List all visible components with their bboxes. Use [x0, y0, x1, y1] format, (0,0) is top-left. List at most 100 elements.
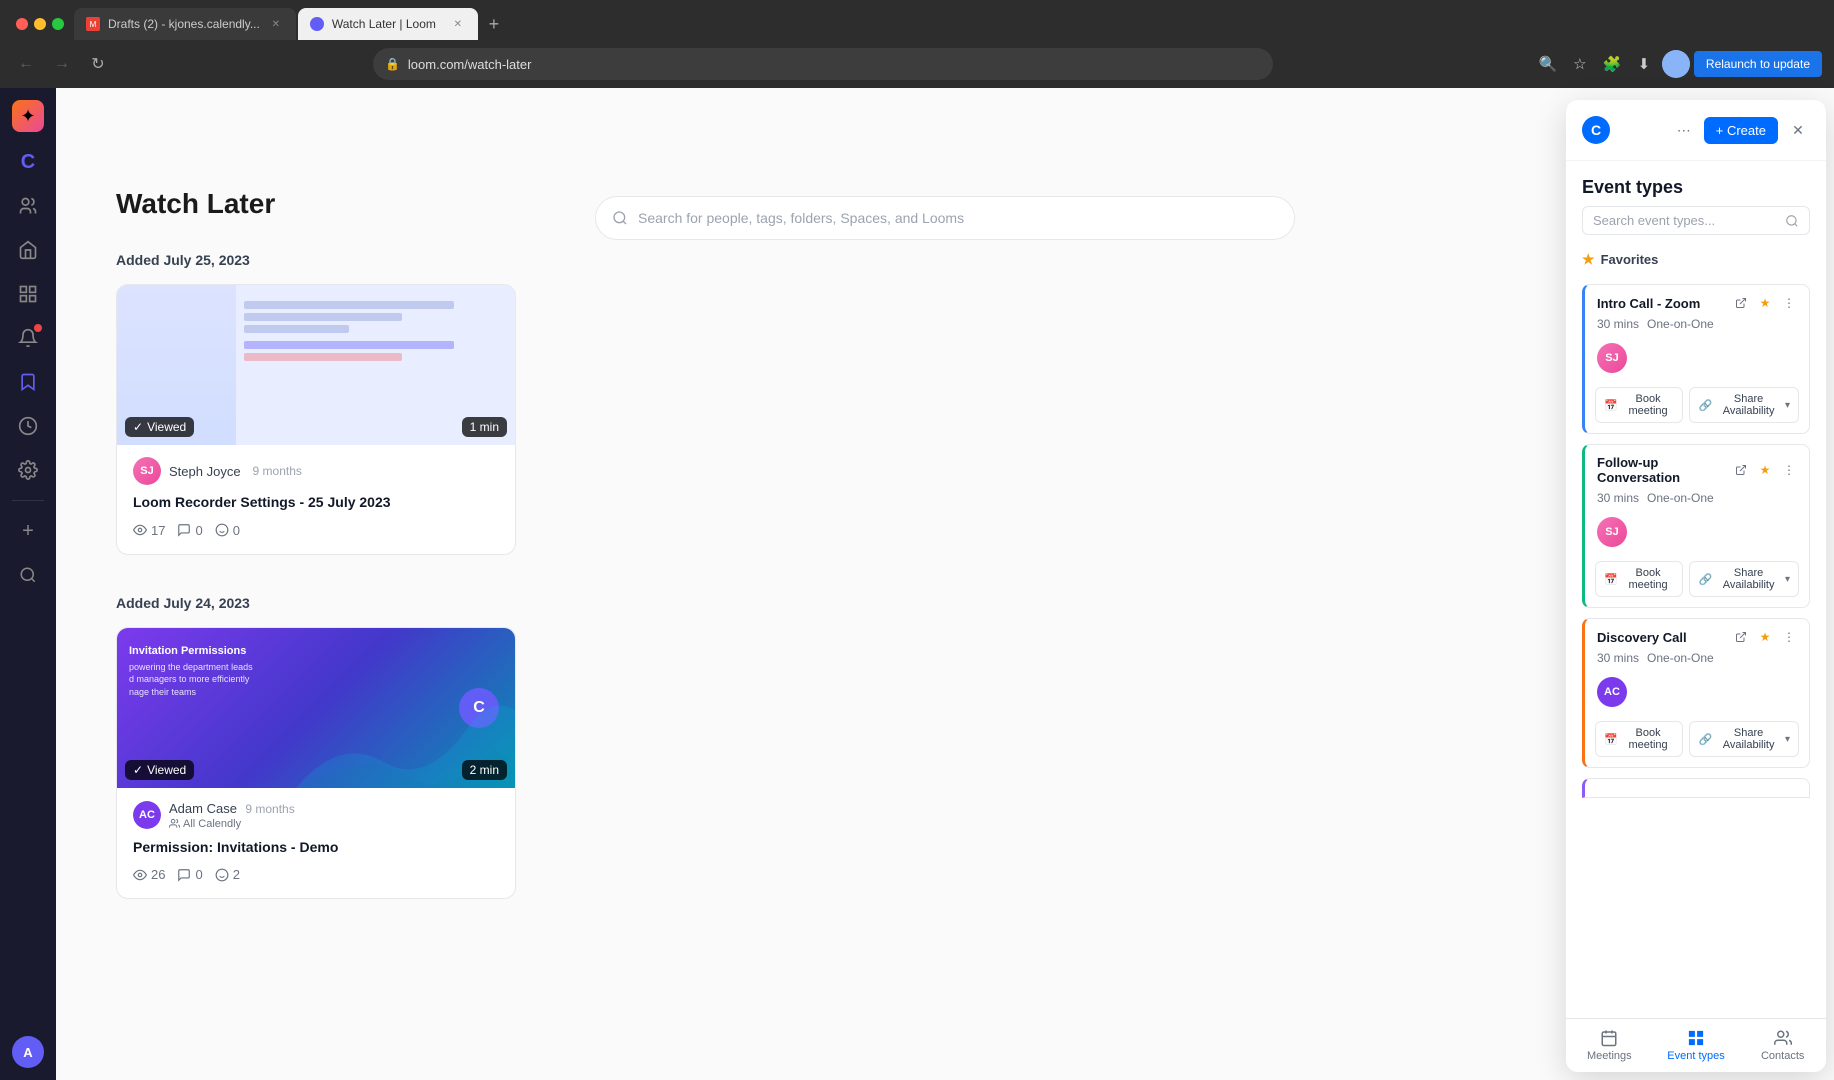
main-layout: ✦ C + A: [0, 88, 1834, 1080]
loom-sidebar: ✦ C + A: [0, 88, 56, 1080]
panel-close-btn[interactable]: ✕: [1786, 118, 1810, 142]
video-author-1: SJ Steph Joyce 9 months: [133, 457, 499, 485]
extensions-icon[interactable]: 🧩: [1598, 50, 1626, 78]
star-icon[interactable]: ☆: [1566, 50, 1594, 78]
external-link-icon-3[interactable]: [1733, 629, 1749, 645]
panel-header: C ⋯ + Create ✕: [1566, 100, 1826, 161]
chevron-down-icon-2: ▾: [1785, 574, 1790, 585]
video-thumbnail-2: Invitation Permissions powering the depa…: [117, 628, 515, 788]
profile-icon[interactable]: [1662, 50, 1690, 78]
sidebar-item-settings[interactable]: [10, 452, 46, 488]
star-icon-3[interactable]: ★: [1757, 629, 1773, 645]
star-icon-1[interactable]: ★: [1757, 295, 1773, 311]
window-close-btn[interactable]: [16, 18, 28, 30]
tab-gmail[interactable]: M Drafts (2) - kjones.calendly... ✕: [74, 8, 296, 40]
views-stat-1: 17: [133, 523, 165, 538]
window-max-btn[interactable]: [52, 18, 64, 30]
tab-contacts[interactable]: Contacts: [1739, 1019, 1826, 1072]
share-availability-btn-3[interactable]: 🔗 Share Availability ▾: [1689, 721, 1799, 757]
event-card-partial: [1582, 778, 1810, 798]
video-card-1[interactable]: ✓ Viewed 1 min SJ Steph Joyce 9 months: [116, 284, 516, 555]
book-meeting-btn-1[interactable]: 📅 Book meeting: [1595, 387, 1683, 423]
event-actions-2: 📅 Book meeting 🔗 Share Availability ▾: [1585, 555, 1809, 607]
video-meta-1: SJ Steph Joyce 9 months Loom Recorder Se…: [117, 445, 515, 554]
event-card-discovery: Discovery Call ★ ⋮ 30 mins One-on-One AC…: [1582, 618, 1810, 768]
viewed-badge-1: ✓ Viewed: [125, 417, 194, 437]
sidebar-item-history[interactable]: [10, 408, 46, 444]
more-icon-1[interactable]: ⋮: [1781, 295, 1797, 311]
panel-menu-btn[interactable]: ⋯: [1672, 118, 1696, 142]
tab-gmail-title: Drafts (2) - kjones.calendly...: [108, 17, 260, 31]
window-min-btn[interactable]: [34, 18, 46, 30]
tab-gmail-close[interactable]: ✕: [268, 16, 284, 32]
event-host-2: SJ: [1585, 513, 1809, 555]
browser-chrome: M Drafts (2) - kjones.calendly... ✕ Watc…: [0, 0, 1834, 88]
sidebar-search-btn[interactable]: [10, 557, 46, 593]
section-july25: Added July 25, 2023: [116, 252, 1774, 555]
sidebar-item-grid[interactable]: [10, 276, 46, 312]
event-card-followup: Follow-up Conversation ★ ⋮ 30 mins One-o…: [1582, 444, 1810, 608]
new-tab-btn[interactable]: +: [480, 10, 508, 38]
chevron-down-icon-1: ▾: [1785, 400, 1790, 411]
more-icon-3[interactable]: ⋮: [1781, 629, 1797, 645]
tab-bar: M Drafts (2) - kjones.calendly... ✕ Watc…: [0, 0, 1834, 40]
event-name-2: Follow-up Conversation: [1597, 455, 1725, 485]
favorites-star-icon: ★: [1582, 251, 1595, 268]
book-meeting-btn-2[interactable]: 📅 Book meeting: [1595, 561, 1683, 597]
search-bar[interactable]: Search for people, tags, folders, Spaces…: [595, 196, 1295, 240]
event-details-3: 30 mins One-on-One: [1585, 649, 1809, 673]
video-title-2: Permission: Invitations - Demo: [133, 838, 499, 858]
gmail-favicon: M: [86, 17, 100, 31]
book-meeting-btn-3[interactable]: 📅 Book meeting: [1595, 721, 1683, 757]
author-name-2: Adam Case: [169, 801, 237, 816]
video-card-2[interactable]: Invitation Permissions powering the depa…: [116, 627, 516, 900]
sidebar-item-people[interactable]: [10, 188, 46, 224]
star-icon-2[interactable]: ★: [1757, 462, 1773, 478]
address-bar-row: ← → ↻ 🔒 loom.com/watch-later 🔍 ☆ 🧩 ⬇ Rel…: [0, 40, 1834, 88]
sidebar-item-watch-later[interactable]: [10, 364, 46, 400]
loom-favicon: [310, 17, 324, 31]
downloads-icon[interactable]: ⬇: [1630, 50, 1658, 78]
sidebar-item-my-videos[interactable]: C: [10, 144, 46, 180]
video-stats-1: 17 0 0: [133, 523, 499, 538]
create-btn[interactable]: + Create: [1704, 117, 1778, 144]
panel-search[interactable]: [1582, 206, 1810, 235]
panel-search-input[interactable]: [1593, 213, 1777, 228]
tab-event-types[interactable]: Event types: [1653, 1019, 1740, 1072]
address-bar[interactable]: 🔒 loom.com/watch-later: [373, 48, 1273, 80]
refresh-btn[interactable]: ↻: [84, 50, 112, 78]
relaunch-btn[interactable]: Relaunch to update: [1694, 51, 1822, 77]
sidebar-user-avatar[interactable]: A: [12, 1036, 44, 1068]
section-date-2: Added July 24, 2023: [116, 595, 1774, 611]
forward-btn[interactable]: →: [48, 50, 76, 78]
address-text: loom.com/watch-later: [408, 57, 1261, 72]
event-actions-1: 📅 Book meeting 🔗 Share Availability ▾: [1585, 381, 1809, 433]
author-avatar-1: SJ: [133, 457, 161, 485]
comments-stat-1: 0: [177, 523, 202, 538]
chevron-down-icon-3: ▾: [1785, 734, 1790, 745]
share-availability-btn-2[interactable]: 🔗 Share Availability ▾: [1689, 561, 1799, 597]
sidebar-item-notifications[interactable]: [10, 320, 46, 356]
comments-stat-2: 0: [177, 867, 202, 882]
loom-logo[interactable]: ✦: [12, 100, 44, 132]
search-placeholder: Search for people, tags, folders, Spaces…: [638, 210, 1278, 226]
thumb2-sub: powering the department leadsd managers …: [129, 661, 253, 699]
tab-meetings[interactable]: Meetings: [1566, 1019, 1653, 1072]
tab-loom[interactable]: Watch Later | Loom ✕: [298, 8, 478, 40]
thumb2-heading: Invitation Permissions: [129, 644, 253, 658]
back-btn[interactable]: ←: [12, 50, 40, 78]
panel-title: Event types: [1566, 161, 1826, 206]
share-availability-btn-1[interactable]: 🔗 Share Availability ▾: [1689, 387, 1799, 423]
external-link-icon-2[interactable]: [1733, 462, 1749, 478]
host-avatar-1: SJ: [1597, 343, 1627, 373]
more-icon-2[interactable]: ⋮: [1781, 462, 1797, 478]
page-title: Watch Later: [116, 188, 275, 220]
external-link-icon-1[interactable]: [1733, 295, 1749, 311]
sidebar-item-home[interactable]: [10, 232, 46, 268]
video-meta-2: AC Adam Case 9 months All Calendly: [117, 788, 515, 899]
author-name-1: Steph Joyce: [169, 464, 241, 479]
event-card-intro-call: Intro Call - Zoom ★ ⋮ 30 mins One-on-One…: [1582, 284, 1810, 434]
tab-loom-close[interactable]: ✕: [450, 16, 466, 32]
search-icon[interactable]: 🔍: [1534, 50, 1562, 78]
sidebar-new-btn[interactable]: +: [10, 513, 46, 549]
